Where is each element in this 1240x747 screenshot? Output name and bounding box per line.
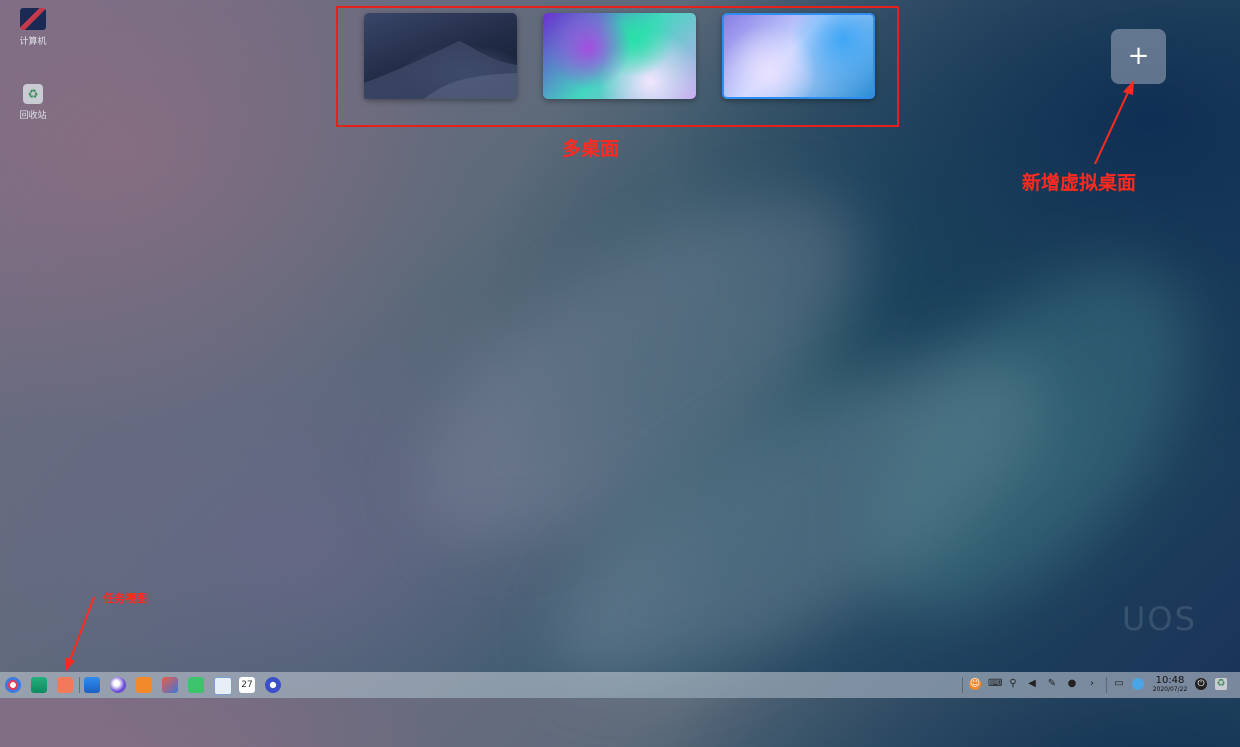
trash-icon: ♻ bbox=[23, 84, 43, 104]
deepin-screen-icon[interactable] bbox=[57, 677, 73, 693]
settings-icon[interactable] bbox=[265, 677, 281, 693]
volume-icon[interactable]: ◀ bbox=[1026, 678, 1038, 690]
calendar-icon[interactable]: 27 bbox=[239, 677, 255, 693]
archive-manager-icon[interactable] bbox=[136, 677, 152, 693]
music-icon[interactable] bbox=[188, 677, 204, 693]
desktop-icon-label: 计算机 bbox=[19, 37, 47, 47]
taskbar-separator bbox=[79, 677, 80, 693]
workspace-switcher bbox=[364, 13, 875, 99]
annotation-arrow-add bbox=[1094, 80, 1134, 165]
workspace-thumbnail-3[interactable] bbox=[722, 13, 875, 99]
app-store-icon[interactable] bbox=[84, 677, 100, 693]
desktop-icon-label: 回收站 bbox=[19, 111, 47, 121]
clock-date: 2020/07/22 bbox=[1152, 686, 1188, 693]
workspace-thumbnail-2[interactable] bbox=[543, 13, 696, 99]
browser-icon[interactable] bbox=[110, 677, 126, 693]
expand-arrow-icon[interactable]: › bbox=[1086, 678, 1098, 690]
add-workspace-button[interactable]: + bbox=[1111, 29, 1166, 84]
annotation-multi-desktop: 多桌面 bbox=[562, 138, 620, 160]
computer-icon bbox=[20, 8, 46, 30]
keyboard-icon[interactable]: ⌨ bbox=[988, 678, 1002, 690]
power-icon[interactable]: ⏻ bbox=[1195, 678, 1207, 690]
tray-separator bbox=[1106, 677, 1107, 693]
desert-dune-wallpaper bbox=[364, 41, 517, 99]
annotation-add-virtual-desktop: 新增虚拟桌面 bbox=[1022, 172, 1137, 194]
uos-assistant-icon[interactable]: ☺ bbox=[969, 678, 981, 690]
taskbar-clock[interactable]: 10:48 2020/07/22 bbox=[1150, 675, 1190, 694]
workspace-thumbnail-1[interactable] bbox=[364, 13, 517, 99]
trash-icon[interactable]: ♻ bbox=[1215, 678, 1227, 690]
multitasking-view-icon[interactable] bbox=[31, 677, 47, 693]
clock-time: 10:48 bbox=[1155, 675, 1185, 686]
launcher-icon[interactable] bbox=[5, 677, 21, 693]
desktop-icon-trash[interactable]: ♻ 回收站 bbox=[14, 84, 52, 121]
annotation-arrow-task-view bbox=[65, 596, 95, 671]
notification-bell-icon[interactable]: ● bbox=[1066, 678, 1078, 690]
document-viewer-icon[interactable] bbox=[214, 677, 232, 695]
annotation-task-view: 任务视图 bbox=[103, 592, 147, 605]
tray-separator bbox=[962, 677, 963, 693]
screen-icon[interactable]: ▭ bbox=[1113, 678, 1125, 690]
usb-icon[interactable]: ⚲ bbox=[1007, 678, 1019, 690]
wallpaper-streak bbox=[363, 130, 917, 610]
network-icon[interactable] bbox=[1132, 678, 1144, 690]
uos-watermark: UOS bbox=[1122, 600, 1197, 638]
image-viewer-icon[interactable] bbox=[162, 677, 178, 693]
pen-icon[interactable]: ✎ bbox=[1046, 678, 1058, 690]
desktop-icon-computer[interactable]: 计算机 bbox=[14, 8, 52, 47]
